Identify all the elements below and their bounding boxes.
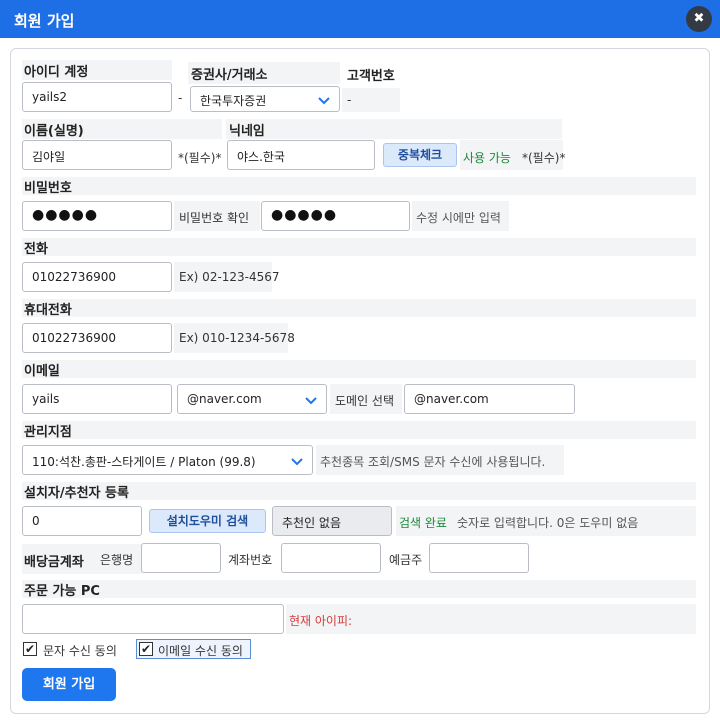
- chevron-down-icon: [318, 97, 330, 105]
- duplicate-check-button[interactable]: 중복체크: [383, 143, 457, 167]
- mobile-example: Ex) 010-1234-5678: [179, 331, 295, 345]
- sms-consent-label: 문자 수신 동의: [43, 644, 117, 658]
- nickname-input[interactable]: 야스.한국: [227, 140, 375, 170]
- recommender-value: 추천인 없음: [282, 516, 342, 530]
- email-domain-value: @naver.com: [414, 392, 489, 406]
- bank-label: 배당금계좌: [24, 555, 84, 570]
- email-domain-selected: @naver.com: [187, 392, 262, 406]
- userid-value: yails2: [32, 90, 68, 104]
- close-icon: ✖: [693, 11, 705, 26]
- nickname-required: *(필수)*: [522, 151, 566, 165]
- branch-label: 관리지점: [24, 425, 72, 440]
- bank-name-label: 은행명: [100, 553, 134, 567]
- broker-selected-value: 한국투자증권: [200, 94, 267, 108]
- password-hint: 수정 시에만 입력: [416, 211, 501, 225]
- password-confirm-input[interactable]: ●●●●●: [261, 201, 410, 231]
- nickname-label: 닉네임: [229, 124, 265, 139]
- password-confirm-value: ●●●●●: [271, 207, 338, 223]
- phone-value: 01022736900: [32, 270, 116, 284]
- installer-search-button[interactable]: 설치도우미 검색: [149, 509, 266, 533]
- email-id-value: yails: [32, 392, 60, 406]
- bank-name-input[interactable]: [141, 543, 221, 573]
- checkbox-icon: ✔: [24, 642, 36, 656]
- phone-example: Ex) 02-123-4567: [179, 270, 280, 284]
- email-domain-label: 도메인 선택: [335, 394, 395, 408]
- password-value: ●●●●●: [32, 207, 99, 223]
- account-holder-input[interactable]: [429, 543, 529, 573]
- email-consent-checkbox[interactable]: ✔: [139, 642, 153, 656]
- customer-no-label: 고객번호: [347, 69, 395, 84]
- name-value: 김야일: [32, 150, 66, 164]
- modal-title: 회원 가입: [14, 12, 75, 30]
- name-required: *(필수)*: [178, 151, 222, 165]
- label-band: [22, 177, 696, 195]
- label-band: [22, 299, 696, 317]
- email-label: 이메일: [24, 364, 60, 379]
- email-domain-select[interactable]: @naver.com: [177, 384, 327, 414]
- installer-search-done: 검색 완료: [399, 516, 447, 530]
- mobile-label: 휴대전화: [24, 303, 72, 318]
- nickname-available: 사용 가능: [463, 151, 511, 165]
- name-input[interactable]: 김야일: [22, 140, 172, 170]
- account-holder-label: 예금주: [389, 553, 423, 567]
- installer-note: 숫자로 입력합니다. 0은 도우미 없음: [457, 516, 639, 530]
- name-label: 이름(실명): [24, 124, 84, 139]
- password-label: 비밀번호: [24, 181, 72, 196]
- email-domain-input[interactable]: @naver.com: [404, 384, 575, 414]
- label-band: [226, 119, 562, 139]
- phone-label: 전화: [24, 242, 48, 257]
- password-confirm-label: 비밀번호 확인: [179, 211, 250, 225]
- branch-select[interactable]: 110:석찬.총판-스타게이트 / Platon (99.8): [22, 445, 313, 475]
- pc-input[interactable]: [22, 604, 284, 634]
- email-id-input[interactable]: yails: [22, 384, 172, 414]
- installer-input[interactable]: 0: [22, 506, 142, 536]
- installer-value: 0: [32, 514, 40, 528]
- chevron-down-icon: [291, 458, 303, 466]
- nickname-value: 야스.한국: [237, 150, 285, 164]
- label-band: [22, 238, 696, 256]
- chevron-down-icon: [305, 397, 317, 405]
- userid-input[interactable]: yails2: [22, 82, 172, 112]
- label-band: [22, 580, 696, 598]
- branch-selected-value: 110:석찬.총판-스타게이트 / Platon (99.8): [32, 455, 256, 469]
- phone-input[interactable]: 01022736900: [22, 262, 172, 292]
- pc-label: 주문 가능 PC: [24, 584, 100, 599]
- sms-consent-checkbox[interactable]: ✔: [23, 642, 37, 656]
- modal-titlebar: 회원 가입 ✖: [0, 0, 720, 38]
- dash-separator: -: [178, 91, 183, 105]
- label-band: [22, 360, 696, 378]
- account-no-label: 계좌번호: [228, 553, 273, 567]
- label-band: [22, 421, 696, 439]
- mobile-input[interactable]: 01022736900: [22, 323, 172, 353]
- customer-no-value: -: [347, 93, 352, 107]
- account-no-input[interactable]: [281, 543, 381, 573]
- current-ip-label: 현재 아이피:: [289, 614, 353, 628]
- recommender-input: 추천인 없음: [272, 506, 392, 536]
- mobile-value: 01022736900: [32, 331, 116, 345]
- userid-label: 아이디 계정: [24, 65, 89, 80]
- signup-submit-button[interactable]: 회원 가입: [22, 668, 116, 701]
- branch-note: 추천종목 조회/SMS 문자 수신에 사용됩니다.: [320, 455, 546, 469]
- broker-select[interactable]: 한국투자증권: [190, 86, 340, 112]
- close-button[interactable]: ✖: [686, 6, 712, 32]
- password-input[interactable]: ●●●●●: [22, 201, 172, 231]
- installer-label: 설치자/추천자 등록: [24, 486, 129, 501]
- email-consent-label: 이메일 수신 동의: [158, 644, 243, 658]
- checkbox-icon: ✔: [140, 642, 152, 656]
- broker-label: 증권사/거래소: [191, 68, 268, 83]
